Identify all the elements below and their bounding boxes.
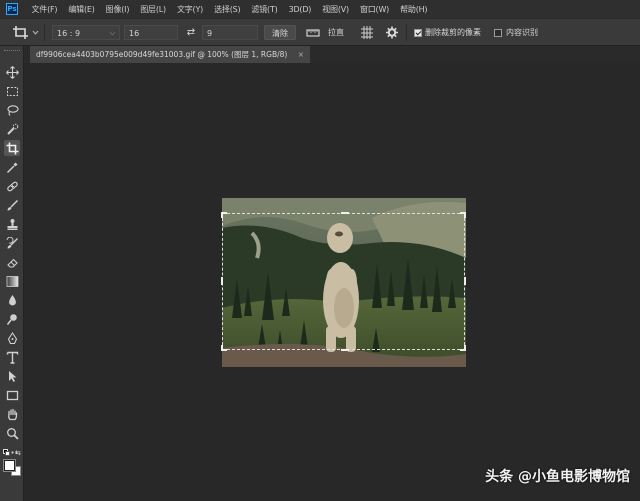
- ratio-preset-select[interactable]: 16 : 9 ⌵: [52, 25, 120, 40]
- overlay-grid-icon[interactable]: [360, 25, 374, 40]
- eyedropper-tool-icon[interactable]: [4, 159, 20, 175]
- panel-grip[interactable]: [4, 50, 20, 53]
- menu-view[interactable]: 视图(V): [317, 4, 355, 15]
- separator: [406, 24, 407, 41]
- healing-brush-tool-icon[interactable]: [4, 178, 20, 194]
- marquee-tool-icon[interactable]: [4, 83, 20, 99]
- clear-button[interactable]: 清除: [264, 25, 296, 40]
- crop-handle-top-left[interactable]: [221, 212, 227, 218]
- pen-tool-icon[interactable]: [4, 330, 20, 346]
- move-tool-icon[interactable]: [4, 64, 20, 80]
- menu-3d[interactable]: 3D(D): [283, 5, 317, 14]
- crop-handle-left[interactable]: [221, 277, 227, 285]
- content-aware-checkbox[interactable]: [494, 29, 502, 37]
- menu-window[interactable]: 窗口(W): [354, 4, 394, 15]
- blur-tool-icon[interactable]: [4, 292, 20, 308]
- straighten-icon[interactable]: [306, 25, 320, 40]
- brush-tool-icon[interactable]: [4, 197, 20, 213]
- rectangle-tool-icon[interactable]: [4, 387, 20, 403]
- menu-type[interactable]: 文字(Y): [171, 4, 208, 15]
- clone-stamp-tool-icon[interactable]: [4, 216, 20, 232]
- photoshop-logo-icon: Ps: [6, 3, 18, 15]
- menu-file[interactable]: 文件(F): [26, 4, 63, 15]
- document-tab[interactable]: df9906cea4403b0795e009d49fe31003.gif @ 1…: [30, 46, 310, 63]
- chevron-down-icon: ⌵: [109, 29, 115, 37]
- crop-icon: [13, 26, 39, 39]
- document-tab-title: df9906cea4403b0795e009d49fe31003.gif @ 1…: [36, 50, 288, 59]
- hand-tool-icon[interactable]: [4, 406, 20, 422]
- swap-colors-icon[interactable]: ⇆: [15, 449, 21, 457]
- separator: [44, 24, 45, 41]
- history-brush-tool-icon[interactable]: [4, 235, 20, 251]
- menu-help[interactable]: 帮助(H): [395, 4, 433, 15]
- gear-icon[interactable]: [385, 25, 399, 40]
- menu-bar: Ps 文件(F) 编辑(E) 图像(I) 图层(L) 文字(Y) 选择(S) 滤…: [0, 0, 640, 18]
- crop-handle-top-right[interactable]: [460, 212, 466, 218]
- menu-image[interactable]: 图像(I): [100, 4, 135, 15]
- menu-layer[interactable]: 图层(L): [135, 4, 172, 15]
- tools-panel: ⇆: [0, 46, 24, 501]
- crop-box[interactable]: [221, 212, 466, 351]
- menu-select[interactable]: 选择(S): [209, 4, 246, 15]
- type-tool-icon[interactable]: [4, 349, 20, 365]
- quick-select-tool-icon[interactable]: [4, 121, 20, 137]
- swap-icon[interactable]: ⇄: [184, 25, 198, 40]
- delete-cropped-pixels-checkbox[interactable]: [414, 29, 422, 37]
- gradient-tool-icon[interactable]: [4, 273, 20, 289]
- close-icon[interactable]: ×: [298, 50, 304, 59]
- crop-handle-right[interactable]: [460, 277, 466, 285]
- ratio-preset-value: 16 : 9: [57, 29, 81, 38]
- menu-filter[interactable]: 滤镜(T): [246, 4, 283, 15]
- content-aware-label: 内容识别: [506, 28, 538, 37]
- delete-cropped-pixels-label: 删除裁剪的像素: [425, 28, 481, 37]
- eraser-tool-icon[interactable]: [4, 254, 20, 270]
- height-ratio-input[interactable]: 9: [202, 25, 258, 40]
- menu-edit[interactable]: 编辑(E): [63, 4, 100, 15]
- zoom-tool-icon[interactable]: [4, 425, 20, 441]
- foreground-color-swatch[interactable]: [3, 459, 16, 472]
- crop-tool-icon[interactable]: [4, 140, 20, 156]
- lasso-tool-icon[interactable]: [4, 102, 20, 118]
- crop-handle-bottom-left[interactable]: [221, 345, 227, 351]
- watermark: 头条 @小鱼电影博物馆: [485, 469, 630, 485]
- default-colors-icon[interactable]: [3, 449, 11, 457]
- straighten-label[interactable]: 拉直: [328, 25, 350, 40]
- crop-handle-top[interactable]: [341, 212, 349, 218]
- document-tab-bar: df9906cea4403b0795e009d49fe31003.gif @ 1…: [24, 46, 640, 63]
- options-bar: 16 : 9 ⌵ 16 ⇄ 9 清除 拉直 删除裁剪的像素 内容识别: [0, 18, 640, 46]
- crop-handle-bottom-right[interactable]: [460, 345, 466, 351]
- crop-handle-bottom[interactable]: [341, 345, 349, 351]
- dodge-tool-icon[interactable]: [4, 311, 20, 327]
- width-ratio-input[interactable]: 16: [124, 25, 178, 40]
- crop-tool-preset-picker[interactable]: [10, 23, 40, 42]
- path-selection-tool-icon[interactable]: [4, 368, 20, 384]
